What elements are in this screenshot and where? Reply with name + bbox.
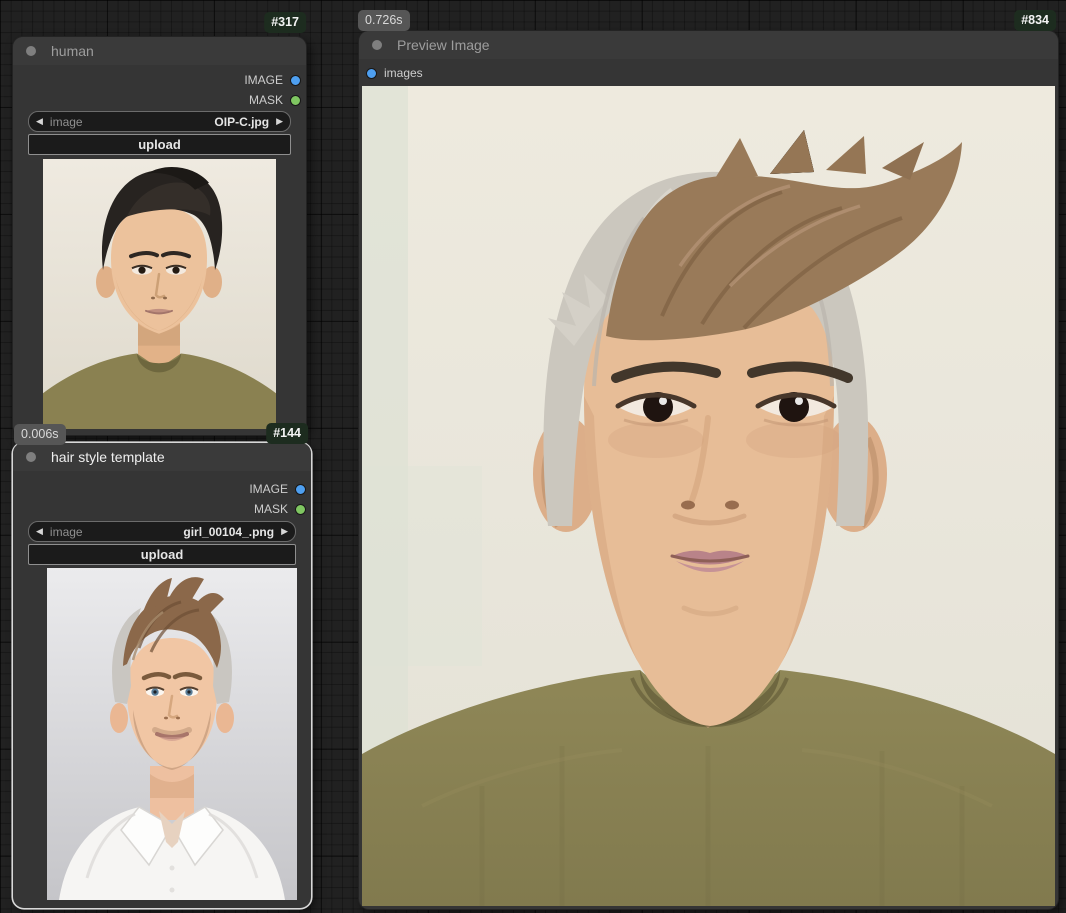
output-dot-mask[interactable]: [295, 503, 306, 515]
output-label-image: IMAGE: [249, 482, 288, 496]
input-label-images: images: [384, 66, 423, 80]
node-title: hair style template: [51, 449, 165, 465]
template-portrait-image[interactable]: [47, 568, 297, 900]
prev-arrow-icon[interactable]: ◀: [29, 112, 50, 131]
node-title: Preview Image: [397, 37, 490, 53]
combo-value: OIP-C.jpg: [214, 114, 270, 129]
node-hair-style-template[interactable]: hair style template IMAGE MASK ◀ image g…: [13, 443, 311, 908]
output-slot-image: IMAGE: [249, 480, 306, 498]
node-header-hair-template[interactable]: hair style template: [13, 443, 311, 471]
combo-label: image: [49, 524, 83, 539]
exec-time-badge-preview: 0.726s: [358, 10, 410, 31]
output-slot-mask: MASK: [254, 500, 306, 518]
output-dot-mask[interactable]: [290, 94, 301, 106]
collapse-dot[interactable]: [26, 46, 36, 56]
collapse-dot[interactable]: [26, 452, 36, 462]
node-human[interactable]: human IMAGE MASK ◀ image OIP-C.jpg ▶ upl…: [12, 36, 307, 436]
input-slot-images: images: [366, 64, 423, 82]
exec-time-badge-hair-template: 0.006s: [14, 424, 66, 445]
output-dot-image[interactable]: [295, 483, 306, 495]
next-arrow-icon[interactable]: ▶: [274, 522, 295, 541]
upload-button[interactable]: upload: [28, 134, 291, 155]
node-id-badge-human: #317: [264, 12, 306, 33]
node-header-human[interactable]: human: [13, 37, 306, 65]
output-label-mask: MASK: [253, 502, 288, 516]
node-id-badge-hair-template: #144: [266, 423, 308, 444]
image-combo-widget[interactable]: ◀ image girl_00104_.png ▶: [28, 521, 296, 542]
input-dot-images[interactable]: [366, 67, 377, 79]
next-arrow-icon[interactable]: ▶: [269, 112, 290, 131]
template-portrait: [47, 568, 297, 900]
upload-button[interactable]: upload: [28, 544, 296, 565]
prev-arrow-icon[interactable]: ◀: [29, 522, 50, 541]
comfyui-workspace: human IMAGE MASK ◀ image OIP-C.jpg ▶ upl…: [0, 0, 1066, 913]
output-slot-mask: MASK: [249, 91, 301, 109]
node-header-preview[interactable]: Preview Image: [359, 31, 1058, 59]
output-label-image: IMAGE: [244, 73, 283, 87]
preview-result-image[interactable]: [362, 86, 1055, 906]
result-portrait: [362, 86, 1055, 906]
combo-label: image: [49, 114, 83, 129]
human-portrait-image[interactable]: [43, 159, 276, 429]
image-combo-widget[interactable]: ◀ image OIP-C.jpg ▶: [28, 111, 291, 132]
output-slot-image: IMAGE: [244, 71, 301, 89]
node-title: human: [51, 43, 94, 59]
output-dot-image[interactable]: [290, 74, 301, 86]
node-preview-image[interactable]: Preview Image images: [358, 30, 1059, 910]
combo-value: girl_00104_.png: [183, 524, 275, 539]
output-label-mask: MASK: [248, 93, 283, 107]
collapse-dot[interactable]: [372, 40, 382, 50]
node-id-badge-preview: #834: [1014, 10, 1056, 31]
human-portrait: [43, 159, 276, 429]
